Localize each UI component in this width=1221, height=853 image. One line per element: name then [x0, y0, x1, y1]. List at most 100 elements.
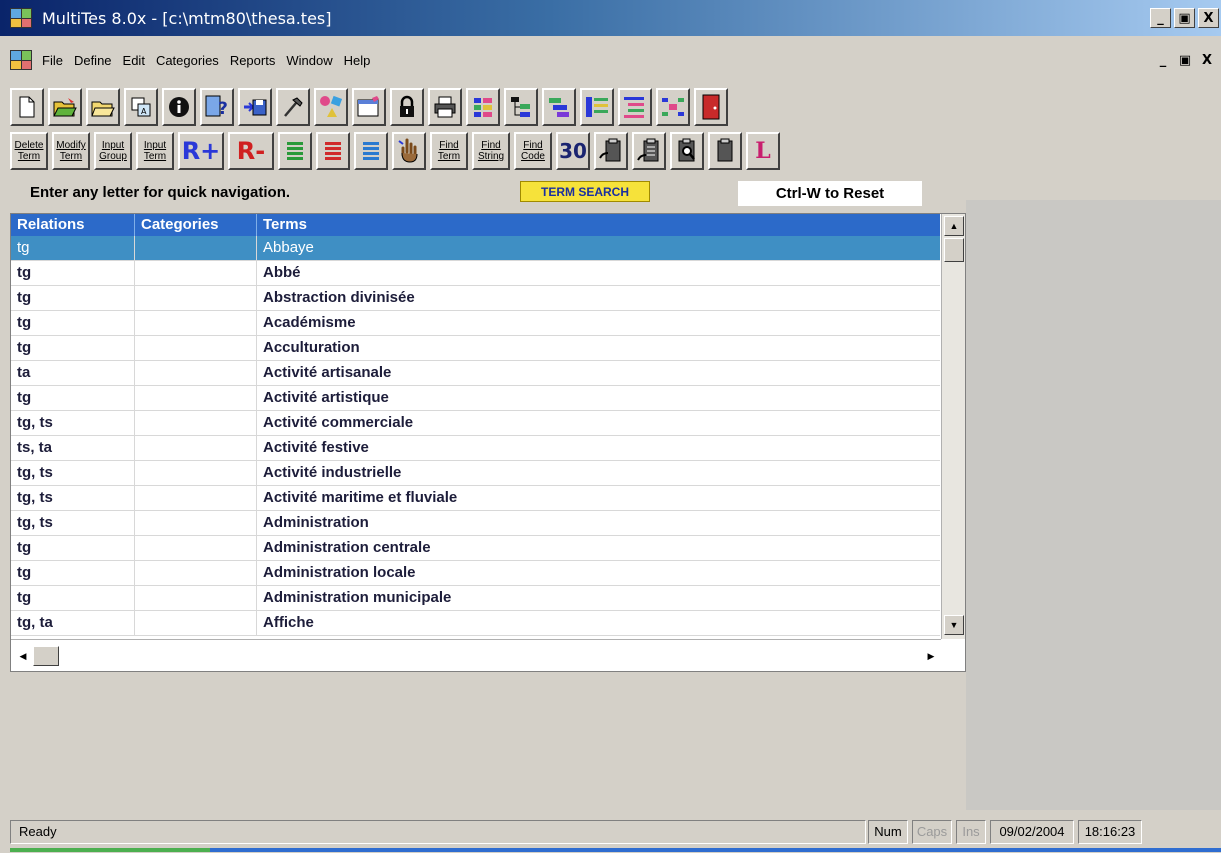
- terms-grid: Relations Categories Terms tg Abbaye tg Abb…: [10, 213, 966, 672]
- scroll-right-arrow-icon[interactable]: ▶: [923, 648, 939, 664]
- vertical-scrollbar[interactable]: ▲ ▼: [941, 214, 965, 639]
- exit-button[interactable]: [694, 88, 728, 126]
- menu-help[interactable]: Help: [344, 53, 371, 68]
- blue-list-button[interactable]: [354, 132, 388, 170]
- table-row[interactable]: tg Administration municipale: [11, 586, 940, 611]
- categories-cell: [135, 311, 257, 335]
- table-row[interactable]: tg Abbaye: [11, 236, 940, 261]
- column-header-terms[interactable]: Terms: [257, 214, 940, 236]
- modify-term-button[interactable]: Modify Term: [52, 132, 90, 170]
- table-row[interactable]: tg Abbé: [11, 261, 940, 286]
- grid-header: Relations Categories Terms: [11, 214, 940, 236]
- menu-bar: File Define Edit Categories Reports Wind…: [0, 48, 1221, 74]
- column-header-categories[interactable]: Categories: [135, 214, 257, 236]
- relations-cell: tg: [11, 236, 135, 260]
- find-code-button[interactable]: Find Code: [514, 132, 552, 170]
- scroll-left-arrow-icon[interactable]: ◀: [15, 648, 31, 664]
- clipboard-copy-button[interactable]: [632, 132, 666, 170]
- caps-lock-indicator: Caps: [912, 820, 952, 844]
- letter-l-button[interactable]: L: [746, 132, 780, 170]
- column-header-relations[interactable]: Relations: [11, 214, 135, 236]
- thirty-button[interactable]: 30: [556, 132, 590, 170]
- shapes-button[interactable]: [314, 88, 348, 126]
- find-term-button[interactable]: Find Term: [430, 132, 468, 170]
- outline-view-button[interactable]: [542, 88, 576, 126]
- table-row[interactable]: tg Administration centrale: [11, 536, 940, 561]
- remove-relation-button[interactable]: R-: [228, 132, 274, 170]
- tools-button[interactable]: [276, 88, 310, 126]
- relations-cell: tg: [11, 261, 135, 285]
- help-button[interactable]: ?: [200, 88, 234, 126]
- table-row[interactable]: tg, ts Administration: [11, 511, 940, 536]
- exit-door-icon: [702, 94, 720, 120]
- find-term-label-1: Find: [439, 140, 459, 151]
- menu-define[interactable]: Define: [74, 53, 112, 68]
- folder-button[interactable]: [86, 88, 120, 126]
- close-button[interactable]: X: [1198, 8, 1219, 28]
- hierarchy-icon: [474, 98, 492, 117]
- list-view-button[interactable]: [580, 88, 614, 126]
- info-button[interactable]: [162, 88, 196, 126]
- table-row[interactable]: tg Administration locale: [11, 561, 940, 586]
- table-row[interactable]: tg, ts Activité maritime et fluviale: [11, 486, 940, 511]
- clipboard-paste-button[interactable]: [594, 132, 628, 170]
- table-row[interactable]: tg Acculturation: [11, 336, 940, 361]
- table-row[interactable]: tg, ts Activité industrielle: [11, 461, 940, 486]
- edit-term-button[interactable]: [352, 88, 386, 126]
- pointer-button[interactable]: [392, 132, 426, 170]
- clipboard-button[interactable]: [708, 132, 742, 170]
- shapes-icon: [320, 95, 343, 117]
- print-button[interactable]: [428, 88, 462, 126]
- menu-categories[interactable]: Categories: [156, 53, 219, 68]
- printer-icon: [434, 96, 456, 118]
- document-icon[interactable]: [10, 50, 32, 70]
- categories-cell: [135, 586, 257, 610]
- lock-button[interactable]: [390, 88, 424, 126]
- categories-cell: [135, 611, 257, 635]
- tree-view-button[interactable]: [504, 88, 538, 126]
- app-icon[interactable]: [10, 8, 32, 28]
- horizontal-scroll-thumb[interactable]: [33, 646, 59, 666]
- horizontal-scrollbar[interactable]: ◀ ▶: [11, 639, 941, 671]
- main-toolbar: A ?: [10, 88, 728, 126]
- relations-cell: tg, ts: [11, 411, 135, 435]
- open-folder-button[interactable]: [48, 88, 82, 126]
- new-file-icon: [19, 96, 35, 118]
- table-row[interactable]: tg, ts Activité commerciale: [11, 411, 940, 436]
- menu-window[interactable]: Window: [286, 53, 332, 68]
- input-term-button[interactable]: Input Term: [136, 132, 174, 170]
- doc-close-button[interactable]: X: [1197, 51, 1217, 69]
- menu-file[interactable]: File: [42, 53, 63, 68]
- table-row[interactable]: tg Abstraction divinisée: [11, 286, 940, 311]
- save-button[interactable]: [238, 88, 272, 126]
- hierarchy-view-button[interactable]: [466, 88, 500, 126]
- table-row[interactable]: ts, ta Activité festive: [11, 436, 940, 461]
- menu-edit[interactable]: Edit: [123, 53, 145, 68]
- vertical-scroll-thumb[interactable]: [944, 238, 964, 262]
- delete-term-button[interactable]: Delete Term: [10, 132, 48, 170]
- red-list-button[interactable]: [316, 132, 350, 170]
- table-row[interactable]: ta Activité artisanale: [11, 361, 940, 386]
- menu-reports[interactable]: Reports: [230, 53, 276, 68]
- add-relation-button[interactable]: R+: [178, 132, 224, 170]
- table-row[interactable]: tg Activité artistique: [11, 386, 940, 411]
- find-string-button[interactable]: Find String: [472, 132, 510, 170]
- import-button[interactable]: A: [124, 88, 158, 126]
- new-file-button[interactable]: [10, 88, 44, 126]
- clipboard-find-button[interactable]: [670, 132, 704, 170]
- doc-restore-button[interactable]: ▣: [1175, 51, 1195, 69]
- network-view-button[interactable]: [656, 88, 690, 126]
- minimize-button[interactable]: _: [1150, 8, 1171, 28]
- input-group-button[interactable]: Input Group: [94, 132, 132, 170]
- scroll-up-arrow-icon[interactable]: ▲: [944, 216, 964, 236]
- input-group-label-1: Input: [101, 140, 125, 151]
- scroll-down-arrow-icon[interactable]: ▼: [944, 615, 964, 635]
- term-search-badge: TERM SEARCH: [520, 181, 650, 202]
- folder-icon: [91, 101, 115, 117]
- table-row[interactable]: tg, ta Affiche: [11, 611, 940, 636]
- table-row[interactable]: tg Académisme: [11, 311, 940, 336]
- doc-minimize-button[interactable]: _: [1153, 51, 1173, 69]
- indented-list-button[interactable]: [618, 88, 652, 126]
- green-list-button[interactable]: [278, 132, 312, 170]
- restore-button[interactable]: ▣: [1174, 8, 1195, 28]
